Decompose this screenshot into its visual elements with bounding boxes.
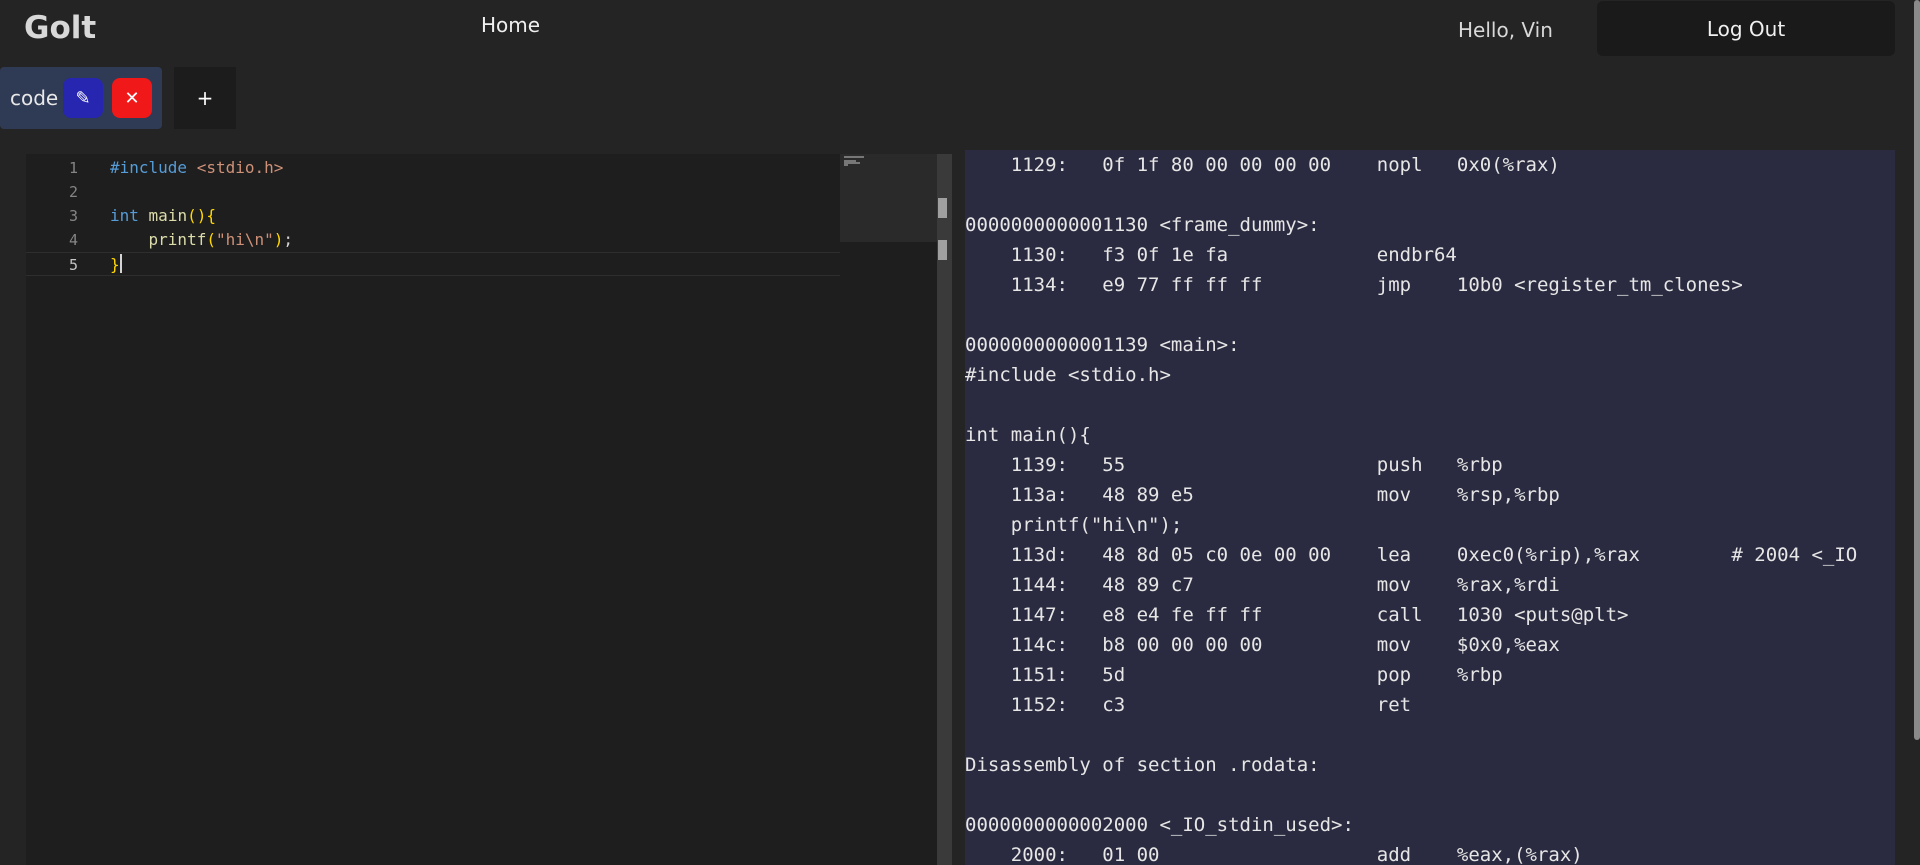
line-number: 4 [68,231,78,249]
asm-line: 1151: 5d pop %rbp [965,664,1503,686]
asm-line: 114c: b8 00 00 00 00 mov $0x0,%eax [965,634,1560,656]
asm-line: 0000000000001139 <main>: [965,334,1240,356]
editor-line: 2 [26,180,840,204]
asm-line: 2000: 01 00 add %eax,(%rax) [965,844,1583,865]
close-icon[interactable]: ✕ [112,78,152,118]
nav-home-link[interactable]: Home [481,13,540,37]
asm-line: int main(){ [965,424,1091,446]
asm-line: printf("hi\n"); [965,514,1183,536]
asm-line: 0000000000001130 <frame_dummy>: [965,214,1320,236]
asm-line: 1147: e8 e4 fe ff ff call 1030 <puts@plt… [965,604,1629,626]
code-text: printf("hi\n"); [148,230,294,249]
asm-line: Disassembly of section .rodata: [965,754,1320,776]
editor-minimap[interactable] [840,154,937,242]
asm-line: 1134: e9 77 ff ff ff jmp 10b0 <register_… [965,274,1743,296]
editor-scroll-thumb[interactable] [938,198,947,218]
editor-scrollbar[interactable] [937,154,952,865]
editor-line: 4 printf("hi\n"); [26,228,840,252]
disassembly-output[interactable]: 1129: 0f 1f 80 00 00 00 00 nopl 0x0(%rax… [965,150,1895,865]
line-number: 1 [68,159,78,177]
editor-line-current: 5 } [26,252,840,276]
asm-line: 1129: 0f 1f 80 00 00 00 00 nopl 0x0(%rax… [965,154,1560,176]
asm-line: #include <stdio.h> [965,364,1171,386]
line-number: 5 [68,256,78,274]
asm-line: 0000000000002000 <_IO_stdin_used>: [965,814,1354,836]
logout-button[interactable]: Log Out [1597,1,1895,56]
asm-line: 1152: c3 ret [965,694,1412,716]
add-tab-button[interactable]: + [174,67,236,129]
code-editor[interactable]: 1 #include <stdio.h> 2 3 int main(){ 4 p… [26,154,937,865]
editor-line: 3 int main(){ [26,204,840,228]
edit-icon[interactable]: ✎ [63,78,103,118]
asm-line: 113d: 48 8d 05 c0 0e 00 00 lea 0xec0(%ri… [965,544,1858,566]
asm-line: 1144: 48 89 c7 mov %rax,%rdi [965,574,1560,596]
asm-line: 113a: 48 89 e5 mov %rsp,%rbp [965,484,1560,506]
asm-line: 1139: 55 push %rbp [965,454,1503,476]
line-number: 3 [68,207,78,225]
tab-label: code [10,86,59,110]
text-cursor [119,254,122,273]
asm-line: 1130: f3 0f 1e fa endbr64 [965,244,1457,266]
tab-code[interactable]: code ✎ ✕ [0,67,162,129]
editor-scroll-marker [938,240,947,260]
page-scrollbar[interactable] [1914,0,1920,740]
brand-logo[interactable]: Golt [24,10,96,46]
code-text: #include <stdio.h> [110,158,284,177]
editor-line: 1 #include <stdio.h> [26,156,840,180]
line-number: 2 [68,183,78,201]
code-text: int main(){ [110,206,216,225]
code-text: } [110,254,122,274]
user-greeting: Hello, Vin [1458,18,1553,42]
